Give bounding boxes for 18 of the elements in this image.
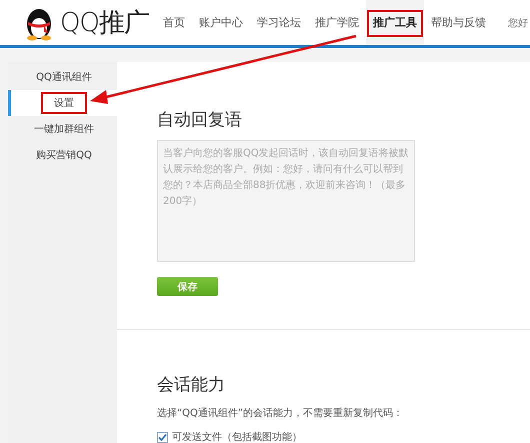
- nav-tab[interactable]: 帮助与反馈: [424, 0, 493, 45]
- option-label: 可发送文件（包括截图功能）: [172, 430, 302, 443]
- nav-tab[interactable]: 推广工具: [366, 0, 424, 45]
- logo-text: QQ推广: [60, 7, 149, 40]
- description-text: 选择“QQ通讯组件”的会话能力，不需要重新复制代码：: [157, 406, 404, 420]
- checkbox[interactable]: [157, 432, 168, 442]
- sidebar-item[interactable]: 购买营销QQ: [8, 142, 117, 168]
- greeting-text: 您好: [508, 16, 528, 30]
- section-title: 会话能力: [157, 374, 226, 396]
- auto-reply-field[interactable]: 当客户向您的客服QQ发起回话时，该自动回复语将被默认展示给您的客户。例如：您好，请问有什么可以帮到您的？本店商品全部88折优惠，欢迎前来咨询！（最多200字）: [157, 140, 415, 262]
- nav-tab[interactable]: 首页: [156, 0, 192, 45]
- nav-tab[interactable]: 学习论坛: [250, 0, 308, 45]
- nav-tab[interactable]: 账户中心: [192, 0, 250, 45]
- sidebar-item[interactable]: 设置: [39, 90, 89, 116]
- sidebar-item[interactable]: 一键加群组件: [8, 116, 117, 142]
- section-title: 自动回复语: [157, 109, 243, 131]
- sidebar-item[interactable]: QQ通讯组件: [8, 64, 117, 90]
- nav-tab[interactable]: 推广学院: [308, 0, 366, 45]
